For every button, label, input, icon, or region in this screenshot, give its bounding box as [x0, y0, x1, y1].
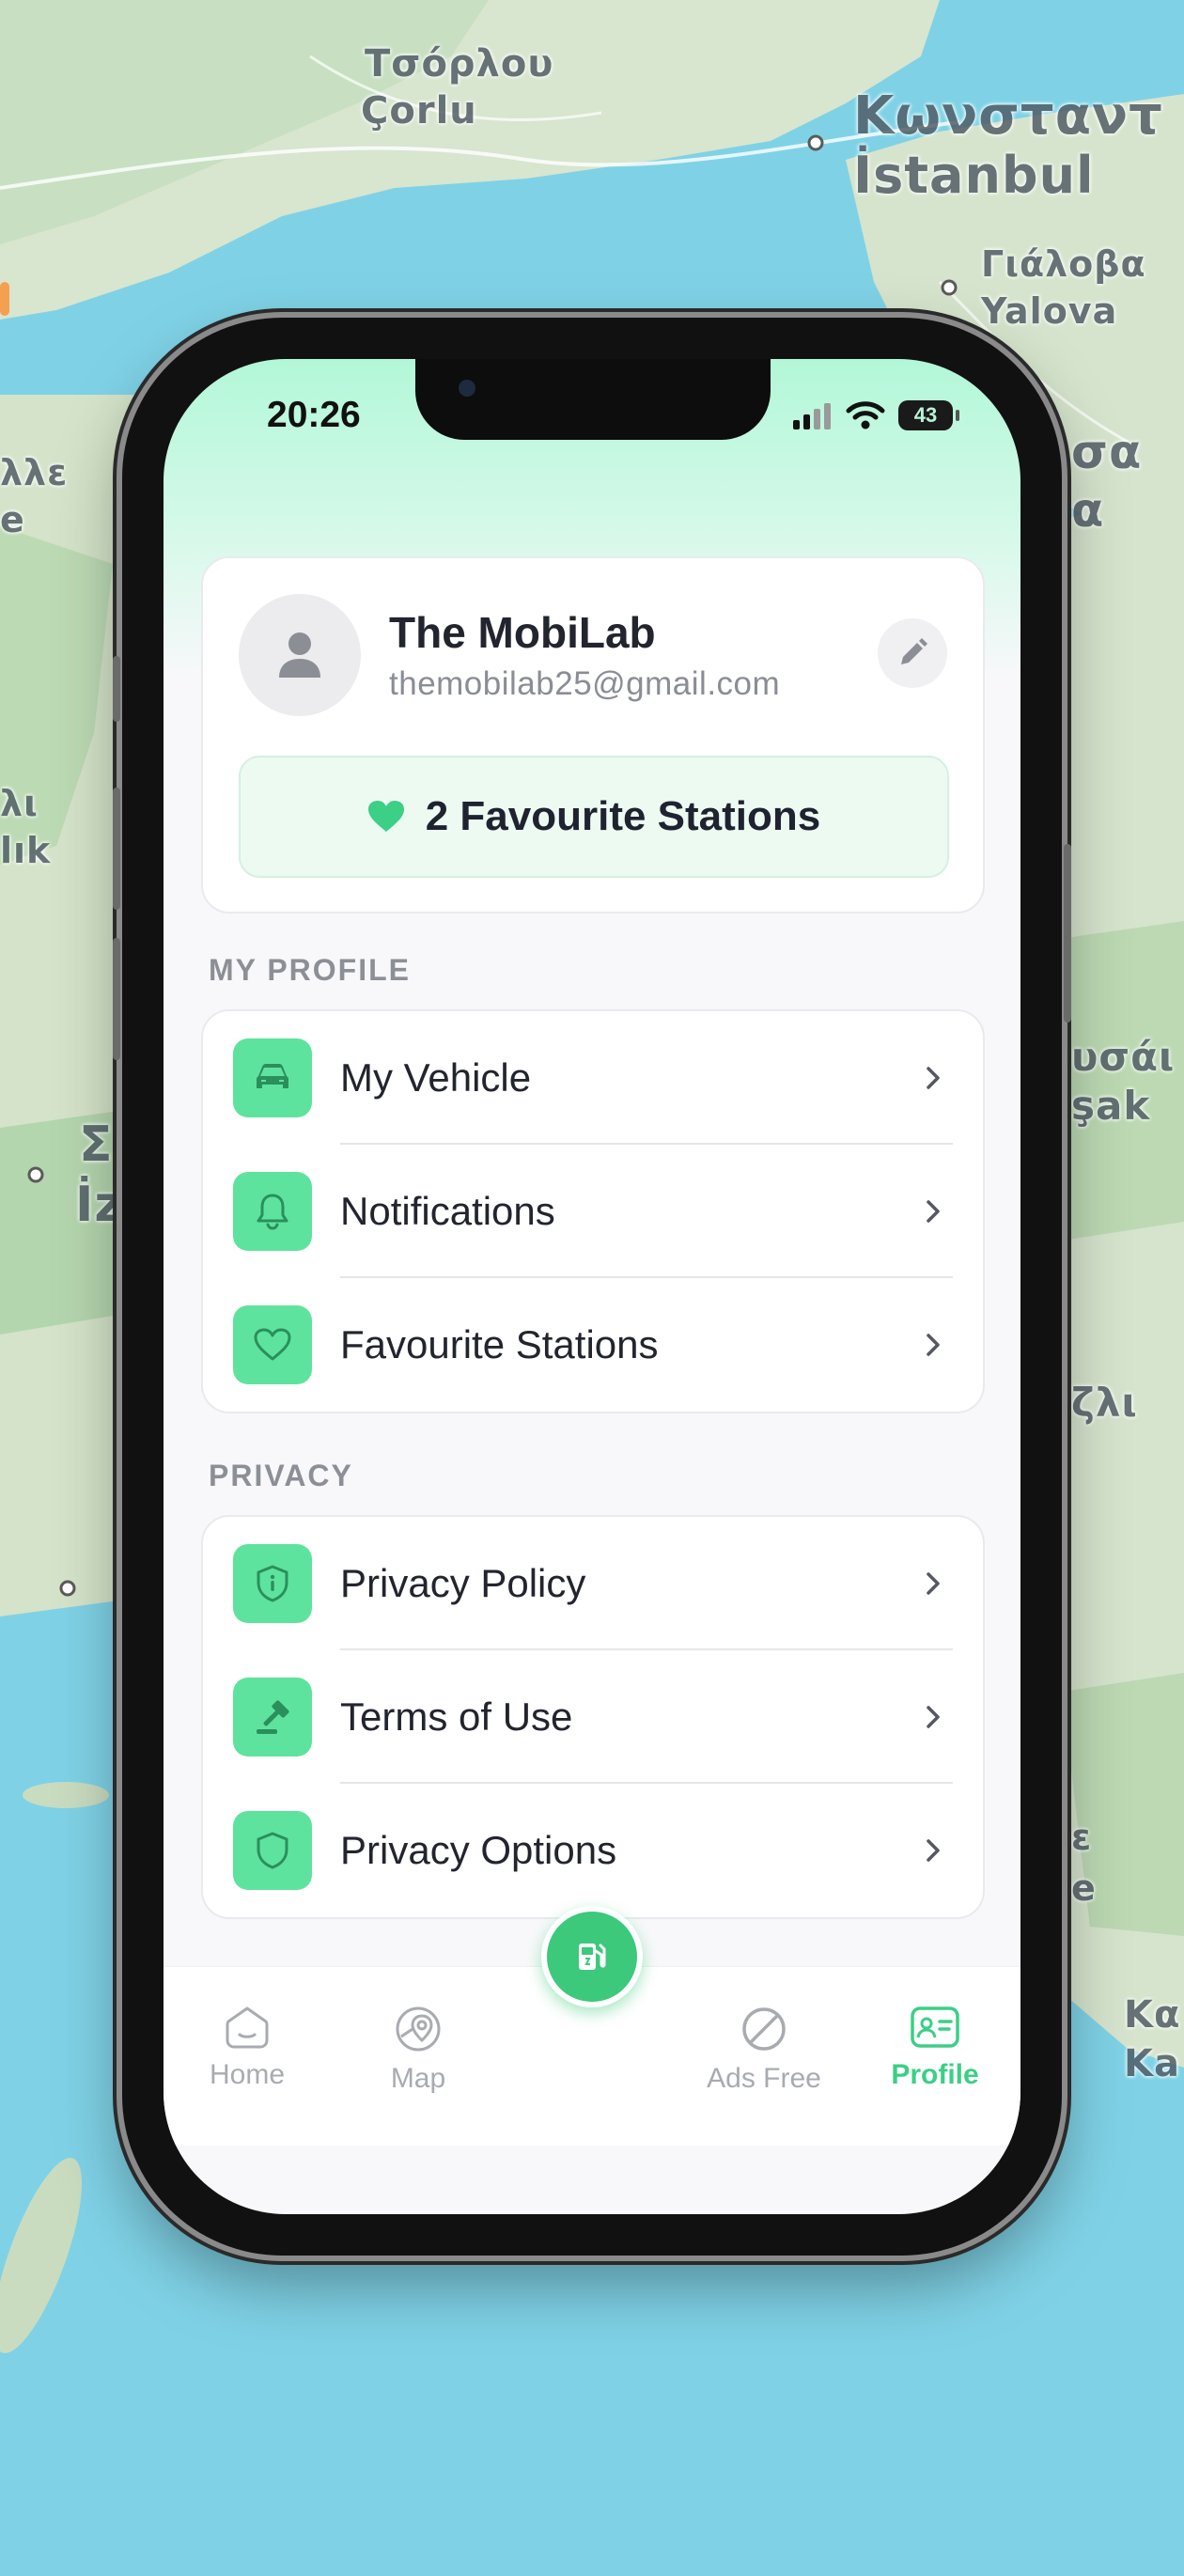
map-label: Yalova — [981, 290, 1118, 332]
shield-info-icon — [233, 1544, 312, 1623]
map-label: e — [1071, 1867, 1097, 1909]
menu-item-privacy-options[interactable]: Privacy Options — [203, 1784, 983, 1917]
profile-card-icon — [911, 2006, 959, 2048]
map-label: λι — [0, 783, 39, 824]
user-email: themobilab25@gmail.com — [389, 665, 781, 702]
edit-profile-button[interactable] — [878, 618, 947, 688]
menu-item-label: Privacy Policy — [340, 1561, 586, 1605]
menu-item-notifications[interactable]: Notifications — [203, 1145, 983, 1278]
phone-frame: 20:26 43 The MobiLab themobilab25@gmail.… — [113, 318, 1071, 2256]
power-button — [1064, 844, 1071, 1023]
volume-down-button — [113, 938, 120, 1060]
heart-icon — [367, 801, 404, 832]
signal-icon — [793, 403, 831, 429]
tab-label: Map — [390, 2063, 446, 2094]
home-icon — [226, 2006, 269, 2049]
fuel-station-icon — [579, 1944, 606, 1970]
battery-indicator: 43 — [898, 400, 959, 430]
map-label: Κωνσταντ — [853, 86, 1163, 147]
gavel-icon — [233, 1678, 312, 1756]
favourite-stations-banner[interactable]: 2 Favourite Stations — [239, 756, 949, 878]
tab-profile[interactable]: Profile — [855, 2005, 1015, 2091]
camera-icon — [459, 380, 475, 397]
shield-icon — [233, 1811, 312, 1890]
map-pin-icon — [396, 2006, 441, 2052]
map-label: υσάι — [1071, 1034, 1176, 1080]
map-label: α — [1071, 483, 1105, 538]
user-name: The MobiLab — [389, 608, 656, 657]
mute-switch — [113, 656, 120, 722]
map-label: Γιάλοβα — [981, 243, 1146, 285]
camera-notch — [415, 359, 771, 440]
map-label: Σ — [79, 1116, 114, 1173]
map-label: Çorlu — [361, 89, 477, 133]
favourite-count-label: 2 Favourite Stations — [425, 793, 821, 839]
person-icon — [279, 632, 320, 678]
menu-item-label: Privacy Options — [340, 1828, 617, 1872]
chevron-right-icon — [927, 1706, 940, 1728]
menu-item-my-vehicle[interactable]: My Vehicle — [203, 1011, 983, 1145]
chevron-right-icon — [927, 1839, 940, 1862]
section-title-privacy: PRIVACY — [209, 1459, 353, 1492]
menu-item-terms-of-use[interactable]: Terms of Use — [203, 1650, 983, 1784]
section-title-my-profile: MY PROFILE — [209, 953, 411, 987]
menu-item-label: Terms of Use — [340, 1694, 573, 1739]
my-profile-list: My Vehicle Notifications Favourite Stati… — [201, 1009, 985, 1413]
heart-outline-icon — [233, 1305, 312, 1384]
map-label: Ka — [1124, 2042, 1180, 2085]
tab-map[interactable]: Map — [338, 2005, 498, 2095]
map-label: Κα — [1124, 1993, 1181, 2037]
chevron-right-icon — [927, 1572, 940, 1595]
menu-item-label: Favourite Stations — [340, 1322, 659, 1366]
map-label: İz — [75, 1177, 124, 1233]
map-label: e — [0, 499, 25, 540]
map-label: σα — [1071, 425, 1143, 479]
tab-home[interactable]: Home — [167, 2005, 327, 2091]
tab-ads-free[interactable]: Ads Free — [684, 2005, 844, 2095]
avatar[interactable] — [239, 594, 361, 716]
tab-label: Profile — [891, 2059, 979, 2090]
pencil-icon — [901, 638, 927, 664]
tab-label: Home — [209, 2059, 286, 2090]
map-label: Τσόρλου — [365, 42, 554, 86]
map-label: İstanbul — [853, 146, 1095, 205]
privacy-list: Privacy Policy Terms of Use Privacy Opti… — [201, 1515, 985, 1919]
car-icon — [233, 1038, 312, 1117]
map-label: λλε — [0, 452, 69, 493]
profile-card: The MobiLab themobilab25@gmail.com 2 Fav… — [201, 556, 985, 913]
fuel-station-button[interactable] — [541, 1906, 643, 2007]
bell-icon — [233, 1172, 312, 1251]
menu-item-privacy-policy[interactable]: Privacy Policy — [203, 1517, 983, 1650]
menu-item-label: My Vehicle — [340, 1055, 532, 1100]
status-icons: 43 — [791, 400, 959, 430]
map-label: şak — [1071, 1083, 1151, 1129]
tab-label: Ads Free — [707, 2063, 821, 2094]
app-screen: 20:26 43 The MobiLab themobilab25@gmail.… — [164, 359, 1020, 2214]
map-label: lık — [0, 830, 52, 871]
map-label: ζλι — [1071, 1380, 1138, 1426]
menu-item-label: Notifications — [340, 1189, 555, 1233]
chevron-right-icon — [927, 1067, 940, 1089]
wifi-icon — [846, 401, 885, 429]
chevron-right-icon — [927, 1334, 940, 1356]
volume-up-button — [113, 788, 120, 910]
menu-item-favourite-stations[interactable]: Favourite Stations — [203, 1278, 983, 1412]
chevron-right-icon — [927, 1200, 940, 1223]
status-time: 20:26 — [267, 395, 361, 435]
map-label: ε — [1071, 1817, 1093, 1858]
prohibited-icon — [742, 2007, 786, 2051]
